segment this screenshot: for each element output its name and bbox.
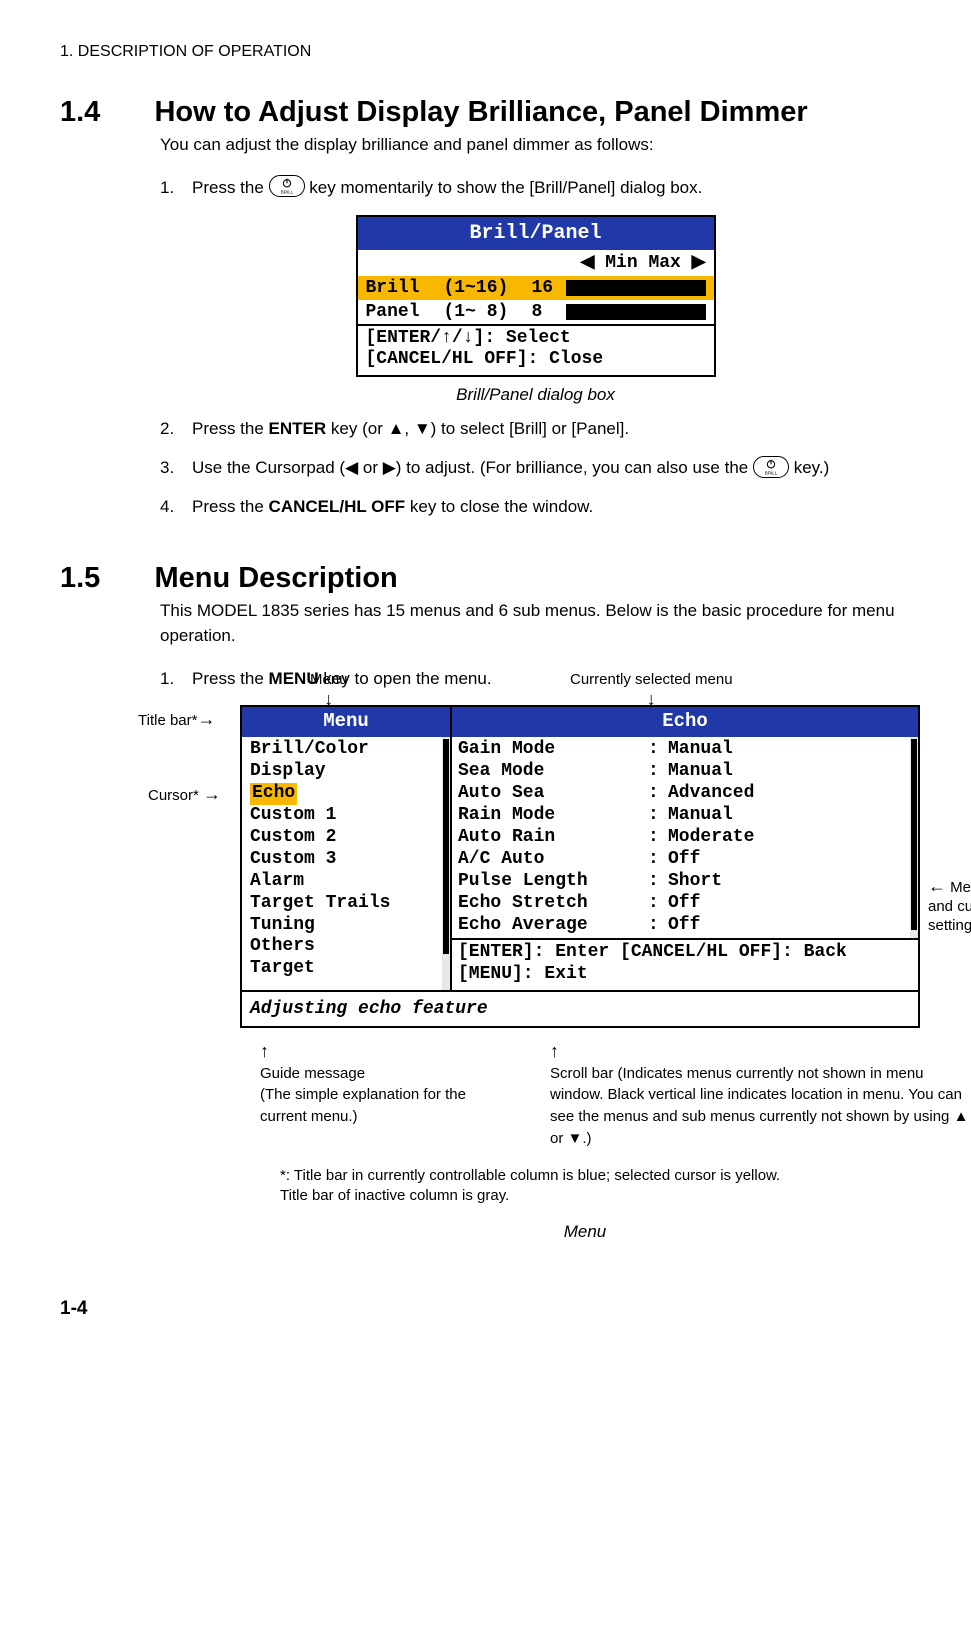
guide-message: Adjusting echo feature xyxy=(242,990,918,1026)
brill-range: (1~16) xyxy=(444,275,532,301)
menu-item[interactable]: Custom 3 xyxy=(250,849,436,871)
menu-item[interactable]: Alarm xyxy=(250,871,436,893)
menu-left-header: Menu xyxy=(242,707,450,737)
menu-caption: Menu xyxy=(200,1220,970,1245)
right-scrollbar[interactable] xyxy=(910,737,918,939)
setting-row[interactable]: Pulse Length: Short xyxy=(458,871,904,893)
setting-row[interactable]: Gain Mode: Manual xyxy=(458,739,904,761)
menu-item[interactable]: Others xyxy=(250,936,436,958)
menu-item[interactable]: Target Trails xyxy=(250,893,436,915)
page-number: 1-4 xyxy=(60,1295,911,1323)
step-1: 1. Press the MENU key to open the menu. xyxy=(160,667,911,692)
dialog-help: [ENTER/↑/↓]: Select [CANCEL/HL OFF]: Clo… xyxy=(358,324,714,375)
step-4: 4. Press the CANCEL/HL OFF key to close … xyxy=(160,495,911,520)
help-line-2: [CANCEL/HL OFF]: Close xyxy=(366,349,706,371)
help-line-1: [ENTER/↑/↓]: Select xyxy=(366,328,706,350)
footnote-line-1: *: Title bar in currently controllable c… xyxy=(280,1166,970,1186)
intro-text: You can adjust the display brilliance an… xyxy=(160,133,911,158)
step4-key: CANCEL/HL OFF xyxy=(269,497,406,516)
setting-row[interactable]: Auto Rain: Moderate xyxy=(458,827,904,849)
menu-item[interactable]: Custom 1 xyxy=(250,805,436,827)
help-exit: [MENU]: Exit xyxy=(458,964,912,986)
min-max-labels: ◀ Min Max ▶ xyxy=(358,250,714,276)
panel-bar xyxy=(566,304,706,320)
arrow-up-icon: ↑ xyxy=(550,1038,970,1064)
bottom-callouts: ↑ Guide message (The simple explanation … xyxy=(260,1038,970,1149)
step2-a: Press the xyxy=(192,419,269,438)
svg-text:BRILL: BRILL xyxy=(280,190,293,195)
step1-a: Press the xyxy=(192,669,269,688)
menu-window: Menu Brill/ColorDisplayEchoCustom 1Custo… xyxy=(240,705,920,1028)
intro-text: This MODEL 1835 series has 15 menus and … xyxy=(160,599,911,648)
arrow-up-icon: ↑ xyxy=(260,1038,490,1064)
menu-left-column: Menu Brill/ColorDisplayEchoCustom 1Custo… xyxy=(242,707,452,990)
anno-menu-items: ← Menu items and current settings xyxy=(928,875,971,935)
menu-right-column: Echo Gain Mode: ManualSea Mode: ManualAu… xyxy=(452,707,918,990)
section-title: Menu Description xyxy=(154,557,397,599)
menu-settings-list[interactable]: Gain Mode: ManualSea Mode: ManualAuto Se… xyxy=(452,737,910,939)
setting-row[interactable]: Sea Mode: Manual xyxy=(458,761,904,783)
brill-row[interactable]: Brill (1~16) 16 xyxy=(358,276,714,300)
step-2: 2. Press the ENTER key (or ▲, ▼) to sele… xyxy=(160,417,911,442)
step3-b: key.) xyxy=(794,458,830,477)
dialog-title: Brill/Panel xyxy=(358,217,714,250)
section-title: How to Adjust Display Brilliance, Panel … xyxy=(154,91,807,133)
help-enter: [ENTER]: Enter [CANCEL/HL OFF]: Back xyxy=(458,942,912,964)
section-1-4: 1.4 How to Adjust Display Brilliance, Pa… xyxy=(60,91,911,519)
brill-value: 16 xyxy=(532,275,562,301)
step2-key: ENTER xyxy=(269,419,327,438)
step4-a: Press the xyxy=(192,497,269,516)
scrollbar-callout: Scroll bar (Indicates menus currently no… xyxy=(550,1063,970,1150)
step-3: 3. Use the Cursorpad (◀ or ▶) to adjust.… xyxy=(160,456,911,481)
panel-label: Panel xyxy=(366,299,444,325)
menu-item[interactable]: Target xyxy=(250,958,436,980)
setting-row[interactable]: A/C Auto: Off xyxy=(458,849,904,871)
menu-right-header: Echo xyxy=(452,707,918,737)
setting-row[interactable]: Echo Average: Off xyxy=(458,915,904,937)
brill-bar xyxy=(566,280,706,296)
anno-menu: Menu↓ xyxy=(310,671,348,710)
step-1: 1. Press the BRILL key momentarily to sh… xyxy=(160,176,911,201)
anno-currently-selected: Currently selected menu↓ xyxy=(570,671,733,710)
footnote: *: Title bar in currently controllable c… xyxy=(280,1166,970,1207)
menu-item[interactable]: Custom 2 xyxy=(250,827,436,849)
setting-row[interactable]: Rain Mode: Manual xyxy=(458,805,904,827)
menu-item[interactable]: Tuning xyxy=(250,915,436,937)
section-number: 1.4 xyxy=(60,91,150,133)
brill-label: Brill xyxy=(366,275,444,301)
panel-row[interactable]: Panel (1~ 8) 8 xyxy=(358,300,714,324)
menu-figure: Menu↓ Currently selected menu↓ Title bar… xyxy=(200,705,970,1244)
setting-row[interactable]: Auto Sea: Advanced xyxy=(458,783,904,805)
dialog-caption: Brill/Panel dialog box xyxy=(160,383,911,408)
menu-list[interactable]: Brill/ColorDisplayEchoCustom 1Custom 2Cu… xyxy=(242,737,442,990)
step4-c: key to close the window. xyxy=(405,497,593,516)
footnote-line-2: Title bar of inactive column is gray. xyxy=(280,1186,970,1206)
svg-text:BRILL: BRILL xyxy=(765,470,778,475)
section-1-5: 1.5 Menu Description This MODEL 1835 ser… xyxy=(60,557,911,1244)
step1-text-a: Press the xyxy=(192,178,264,197)
brill-key-icon: BRILL xyxy=(269,175,305,197)
menu-help-box: [ENTER]: Enter [CANCEL/HL OFF]: Back [ME… xyxy=(452,938,918,990)
anno-cursor: Cursor* → xyxy=(148,783,221,806)
menu-item[interactable]: Echo xyxy=(250,783,436,805)
step2-c: key (or ▲, ▼) to select [Brill] or [Pane… xyxy=(326,419,629,438)
section-number: 1.5 xyxy=(60,557,150,599)
step1-text-b: key momentarily to show the [Brill/Panel… xyxy=(309,178,702,197)
panel-value: 8 xyxy=(532,299,562,325)
step3-a: Use the Cursorpad (◀ or ▶) to adjust. (F… xyxy=(192,458,748,477)
brill-panel-dialog: Brill/Panel ◀ Min Max ▶ Brill (1~16) 16 … xyxy=(356,215,716,377)
guide-callout-heading: Guide message xyxy=(260,1063,490,1085)
anno-titlebar: Title bar*→ xyxy=(138,708,215,731)
menu-item[interactable]: Brill/Color xyxy=(250,739,436,761)
panel-range: (1~ 8) xyxy=(444,299,532,325)
chapter-header: 1. DESCRIPTION OF OPERATION xyxy=(60,40,911,63)
menu-item[interactable]: Display xyxy=(250,761,436,783)
guide-callout-body: (The simple explanation for the current … xyxy=(260,1084,490,1128)
left-scrollbar[interactable] xyxy=(442,737,450,990)
brill-key-icon-2: BRILL xyxy=(753,456,789,478)
setting-row[interactable]: Echo Stretch: Off xyxy=(458,893,904,915)
